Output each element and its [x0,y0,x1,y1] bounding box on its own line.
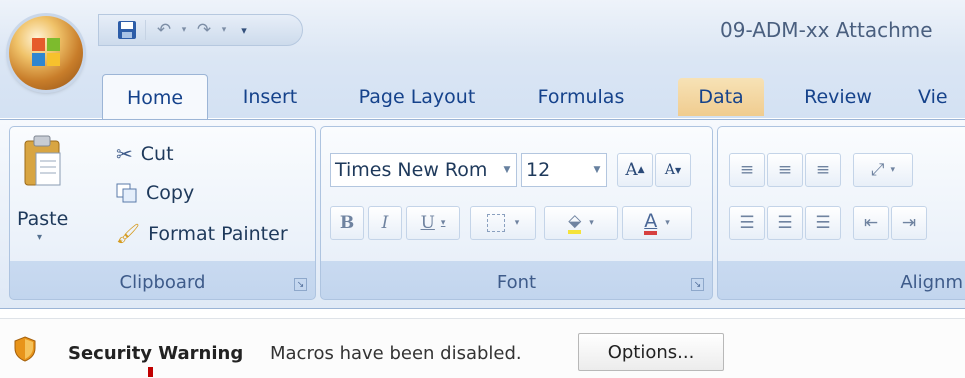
grow-font-button[interactable]: A ▲ [617,153,653,187]
underline-button[interactable]: U ▾ [406,206,460,240]
window-title: 09-ADM-xx Attachme [720,18,933,42]
tab-view[interactable]: Vie [918,78,965,116]
increase-indent-button[interactable]: ⇥ [891,206,927,240]
font-color-button[interactable]: A ▾ [622,206,692,240]
undo-dropdown-icon[interactable]: ▾ [178,17,190,43]
decrease-indent-button[interactable]: ⇤ [853,206,889,240]
font-size-dropdown-icon[interactable]: ▼ [588,165,606,175]
paste-button[interactable]: Paste [17,208,68,230]
tab-insert[interactable]: Insert [224,78,316,116]
decrease-indent-icon: ⇤ [863,213,879,233]
borders-icon [486,214,505,232]
align-right-button[interactable]: ☰ [805,206,841,240]
align-top-button[interactable]: ≡ [729,153,765,187]
save-icon[interactable] [113,17,141,43]
italic-icon: I [381,213,389,233]
align-middle-button[interactable]: ≡ [767,153,803,187]
font-dialog-launcher-icon[interactable]: ↘ [691,278,704,291]
align-center-button[interactable]: ☰ [767,206,803,240]
undo-icon[interactable]: ↶ [150,17,178,43]
tab-home[interactable]: Home [102,74,208,121]
font-name-value: Times New Rom [335,159,488,181]
qat-separator [145,20,146,40]
orientation-button[interactable]: ⤢ ▾ [853,153,913,187]
tab-review[interactable]: Review [786,78,890,116]
redo-dropdown-icon[interactable]: ▾ [218,17,230,43]
paste-icon[interactable] [22,133,62,189]
shrink-font-icon: A [664,162,675,178]
quick-access-toolbar: ↶ ▾ ↷ ▾ ▾ [98,14,303,46]
font-color-icon: A [644,211,658,235]
text-cursor-marker [148,367,153,377]
format-painter-button[interactable]: 🖌 Format Painter [116,222,288,246]
clipboard-dialog-launcher-icon[interactable]: ↘ [294,278,307,291]
options-button[interactable]: Options... [578,333,724,371]
format-painter-icon: 🖌 [116,223,141,245]
tab-data[interactable]: Data [678,78,764,116]
shrink-font-button[interactable]: A ▼ [655,153,691,187]
orientation-icon: ⤢ [870,160,885,180]
borders-button[interactable]: ▾ [470,206,536,240]
font-group-label: Font [496,272,537,293]
font-size-value: 12 [526,159,551,181]
font-name-dropdown-icon[interactable]: ▼ [498,165,516,175]
align-bottom-icon: ≡ [815,160,831,180]
align-top-icon: ≡ [739,160,755,180]
copy-label: Copy [146,182,195,204]
paste-dropdown-icon[interactable]: ▾ [37,232,42,243]
font-name-combo[interactable]: Times New Rom ▼ [330,153,517,187]
align-right-icon: ☰ [815,213,831,233]
fill-color-button[interactable]: ⬙ ▾ [544,206,618,240]
scissors-icon: ✂ [116,142,133,166]
grow-font-icon: A [625,160,638,180]
copy-icon [116,183,137,203]
cut-label: Cut [140,143,174,165]
font-size-combo[interactable]: 12 ▼ [521,153,607,187]
fill-color-icon: ⬙ [568,212,582,234]
increase-indent-icon: ⇥ [901,213,917,233]
bold-icon: B [339,213,355,233]
align-left-icon: ☰ [739,213,755,233]
align-middle-icon: ≡ [777,160,793,180]
align-bottom-button[interactable]: ≡ [805,153,841,187]
copy-button[interactable]: Copy [116,182,194,204]
bold-button[interactable]: B [330,206,364,240]
clipboard-group-label: Clipboard [119,272,206,293]
tab-formulas[interactable]: Formulas [522,78,640,116]
cut-button[interactable]: ✂ Cut [116,142,174,166]
redo-icon[interactable]: ↷ [190,17,218,43]
format-painter-label: Format Painter [148,222,288,245]
underline-icon: U [420,213,435,233]
customize-qat-icon[interactable]: ▾ [230,17,258,43]
shield-icon [14,336,36,362]
tab-page-layout[interactable]: Page Layout [340,78,494,116]
italic-button[interactable]: I [368,206,402,240]
align-left-button[interactable]: ☰ [729,206,765,240]
office-button[interactable] [9,16,83,90]
alignment-group-label: Alignm [900,272,963,293]
security-warning-message: Macros have been disabled. [270,343,522,364]
office-logo-icon [32,38,60,66]
align-center-icon: ☰ [777,213,793,233]
security-warning-title: Security Warning [68,343,244,364]
